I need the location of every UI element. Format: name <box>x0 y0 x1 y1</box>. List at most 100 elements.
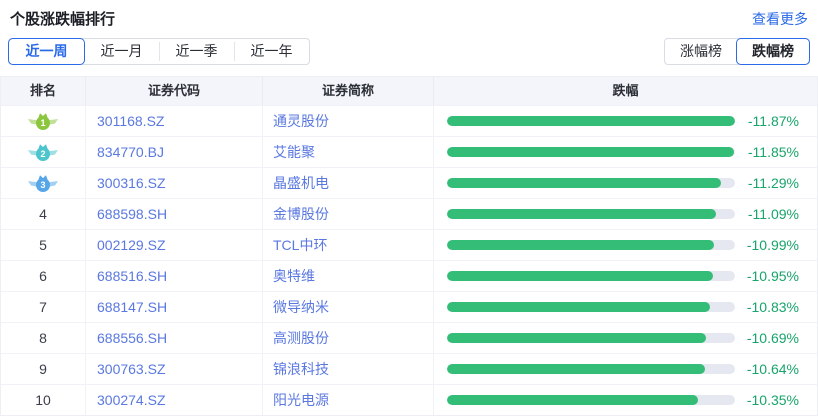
decline-bar-fill <box>447 116 735 126</box>
table-row[interactable]: 6 688516.SH 奥特维 -10.95% <box>1 260 817 291</box>
decline-bar-fill <box>447 333 706 343</box>
rank-cell: 4 <box>1 199 86 229</box>
period-tab-2[interactable]: 近一月 <box>84 39 159 64</box>
period-tab-1[interactable]: 近一周 <box>9 39 84 64</box>
decline-bar-track <box>447 364 735 374</box>
decline-percent-label: -10.99% <box>735 237 817 253</box>
rank-cell: 6 <box>1 261 86 291</box>
rank-label: 5 <box>39 237 47 253</box>
decline-bar-track <box>447 333 735 343</box>
decline-percent-label: -11.85% <box>735 144 817 160</box>
stock-code-link[interactable]: 688147.SH <box>97 299 167 315</box>
col-header-rank: 排名 <box>1 77 86 105</box>
decline-bar-track <box>447 147 735 157</box>
decline-bar-track <box>447 240 735 250</box>
decline-percent-label: -11.09% <box>735 206 817 222</box>
table-header-row: 排名 证券代码 证券简称 跌幅 <box>1 77 817 105</box>
stock-code-link[interactable]: 300316.SZ <box>97 175 166 191</box>
period-tab-4[interactable]: 近一年 <box>234 39 309 64</box>
stock-code-link[interactable]: 834770.BJ <box>97 144 164 160</box>
rank-label: 6 <box>39 268 47 284</box>
col-header-name: 证券简称 <box>263 77 434 105</box>
stock-name-link[interactable]: 高测股份 <box>273 328 329 348</box>
table-row[interactable]: 7 688147.SH 微导纳米 -10.83% <box>1 291 817 322</box>
rank-label: 9 <box>39 361 47 377</box>
stock-name-link[interactable]: 微导纳米 <box>273 297 329 317</box>
decline-bar-fill <box>447 147 734 157</box>
stock-code-link[interactable]: 301168.SZ <box>97 113 164 129</box>
period-tab-group: 近一周近一月近一季近一年 <box>8 38 310 65</box>
rank-cell: 5 <box>1 230 86 260</box>
stock-code-link[interactable]: 002129.SZ <box>97 237 166 253</box>
stock-name-link[interactable]: 阳光电源 <box>273 390 329 410</box>
col-header-code: 证券代码 <box>86 77 263 105</box>
rank-cell: 10 <box>1 385 86 415</box>
decline-bar-track <box>447 116 735 126</box>
rank-label: 4 <box>39 206 47 222</box>
table-row[interactable]: 5 002129.SZ TCL中环 -10.99% <box>1 229 817 260</box>
rank-cell: 1 <box>1 106 86 136</box>
stock-code-link[interactable]: 688556.SH <box>97 330 167 346</box>
decline-percent-label: -10.69% <box>735 330 817 346</box>
stock-code-link[interactable]: 688598.SH <box>97 206 167 222</box>
controls-row: 近一周近一月近一季近一年 涨幅榜跌幅榜 <box>0 38 818 65</box>
rank-cell: 8 <box>1 323 86 353</box>
period-tab-3[interactable]: 近一季 <box>159 39 234 64</box>
rank-table: 排名 证券代码 证券简称 跌幅 1 301168.SZ 通灵股份 -11.87%… <box>0 76 818 416</box>
stock-name-link[interactable]: 晶盛机电 <box>273 173 329 193</box>
table-row[interactable]: 2 834770.BJ 艾能聚 -11.85% <box>1 136 817 167</box>
table-row[interactable]: 3 300316.SZ 晶盛机电 -11.29% <box>1 167 817 198</box>
rank-cell: 7 <box>1 292 86 322</box>
col-header-decline: 跌幅 <box>434 77 817 105</box>
decline-bar-track <box>447 395 735 405</box>
page-title: 个股涨跌幅排行 <box>10 8 115 29</box>
decline-percent-label: -10.64% <box>735 361 817 377</box>
medal-icon: 1 <box>28 111 58 131</box>
stock-name-link[interactable]: 通灵股份 <box>273 111 329 131</box>
table-row[interactable]: 8 688556.SH 高测股份 -10.69% <box>1 322 817 353</box>
medal-icon: 3 <box>28 173 58 193</box>
view-more-link[interactable]: 查看更多 <box>752 9 808 29</box>
table-row[interactable]: 4 688598.SH 金博股份 -11.09% <box>1 198 817 229</box>
decline-percent-label: -10.35% <box>735 392 817 408</box>
decline-bar-fill <box>447 364 705 374</box>
stock-code-link[interactable]: 688516.SH <box>97 268 167 284</box>
stock-name-link[interactable]: 金博股份 <box>273 204 329 224</box>
table-body: 1 301168.SZ 通灵股份 -11.87% 2 834770.BJ 艾能聚… <box>1 105 817 415</box>
board-toggle-group: 涨幅榜跌幅榜 <box>664 38 810 65</box>
stock-code-link[interactable]: 300274.SZ <box>97 392 166 408</box>
decline-percent-label: -10.95% <box>735 268 817 284</box>
board-toggle-option-2[interactable]: 跌幅榜 <box>737 39 809 64</box>
decline-bar-fill <box>447 395 698 405</box>
decline-percent-label: -11.87% <box>735 113 817 129</box>
decline-percent-label: -10.83% <box>735 299 817 315</box>
stock-code-link[interactable]: 300763.SZ <box>97 361 166 377</box>
decline-bar-fill <box>447 209 716 219</box>
decline-bar-track <box>447 302 735 312</box>
decline-bar-fill <box>447 178 721 188</box>
decline-bar-track <box>447 209 735 219</box>
decline-bar-fill <box>447 271 713 281</box>
stock-name-link[interactable]: 奥特维 <box>273 266 315 286</box>
decline-bar-fill <box>447 240 714 250</box>
svg-text:3: 3 <box>40 180 45 190</box>
table-row[interactable]: 1 301168.SZ 通灵股份 -11.87% <box>1 105 817 136</box>
stock-rank-panel: 个股涨跌幅排行 查看更多 近一周近一月近一季近一年 涨幅榜跌幅榜 排名 证券代码… <box>0 0 818 416</box>
table-row[interactable]: 10 300274.SZ 阳光电源 -10.35% <box>1 384 817 415</box>
decline-bar-fill <box>447 302 710 312</box>
medal-icon: 2 <box>28 142 58 162</box>
rank-cell: 3 <box>1 168 86 198</box>
decline-bar-track <box>447 271 735 281</box>
rank-label: 10 <box>35 392 51 408</box>
stock-name-link[interactable]: TCL中环 <box>273 235 327 255</box>
stock-name-link[interactable]: 锦浪科技 <box>273 359 329 379</box>
board-toggle-option-1[interactable]: 涨幅榜 <box>665 39 737 64</box>
table-row[interactable]: 9 300763.SZ 锦浪科技 -10.64% <box>1 353 817 384</box>
panel-header: 个股涨跌幅排行 查看更多 <box>0 0 818 28</box>
rank-label: 7 <box>39 299 47 315</box>
decline-bar-track <box>447 178 735 188</box>
rank-cell: 9 <box>1 354 86 384</box>
decline-percent-label: -11.29% <box>735 175 817 191</box>
stock-name-link[interactable]: 艾能聚 <box>273 142 315 162</box>
rank-label: 8 <box>39 330 47 346</box>
